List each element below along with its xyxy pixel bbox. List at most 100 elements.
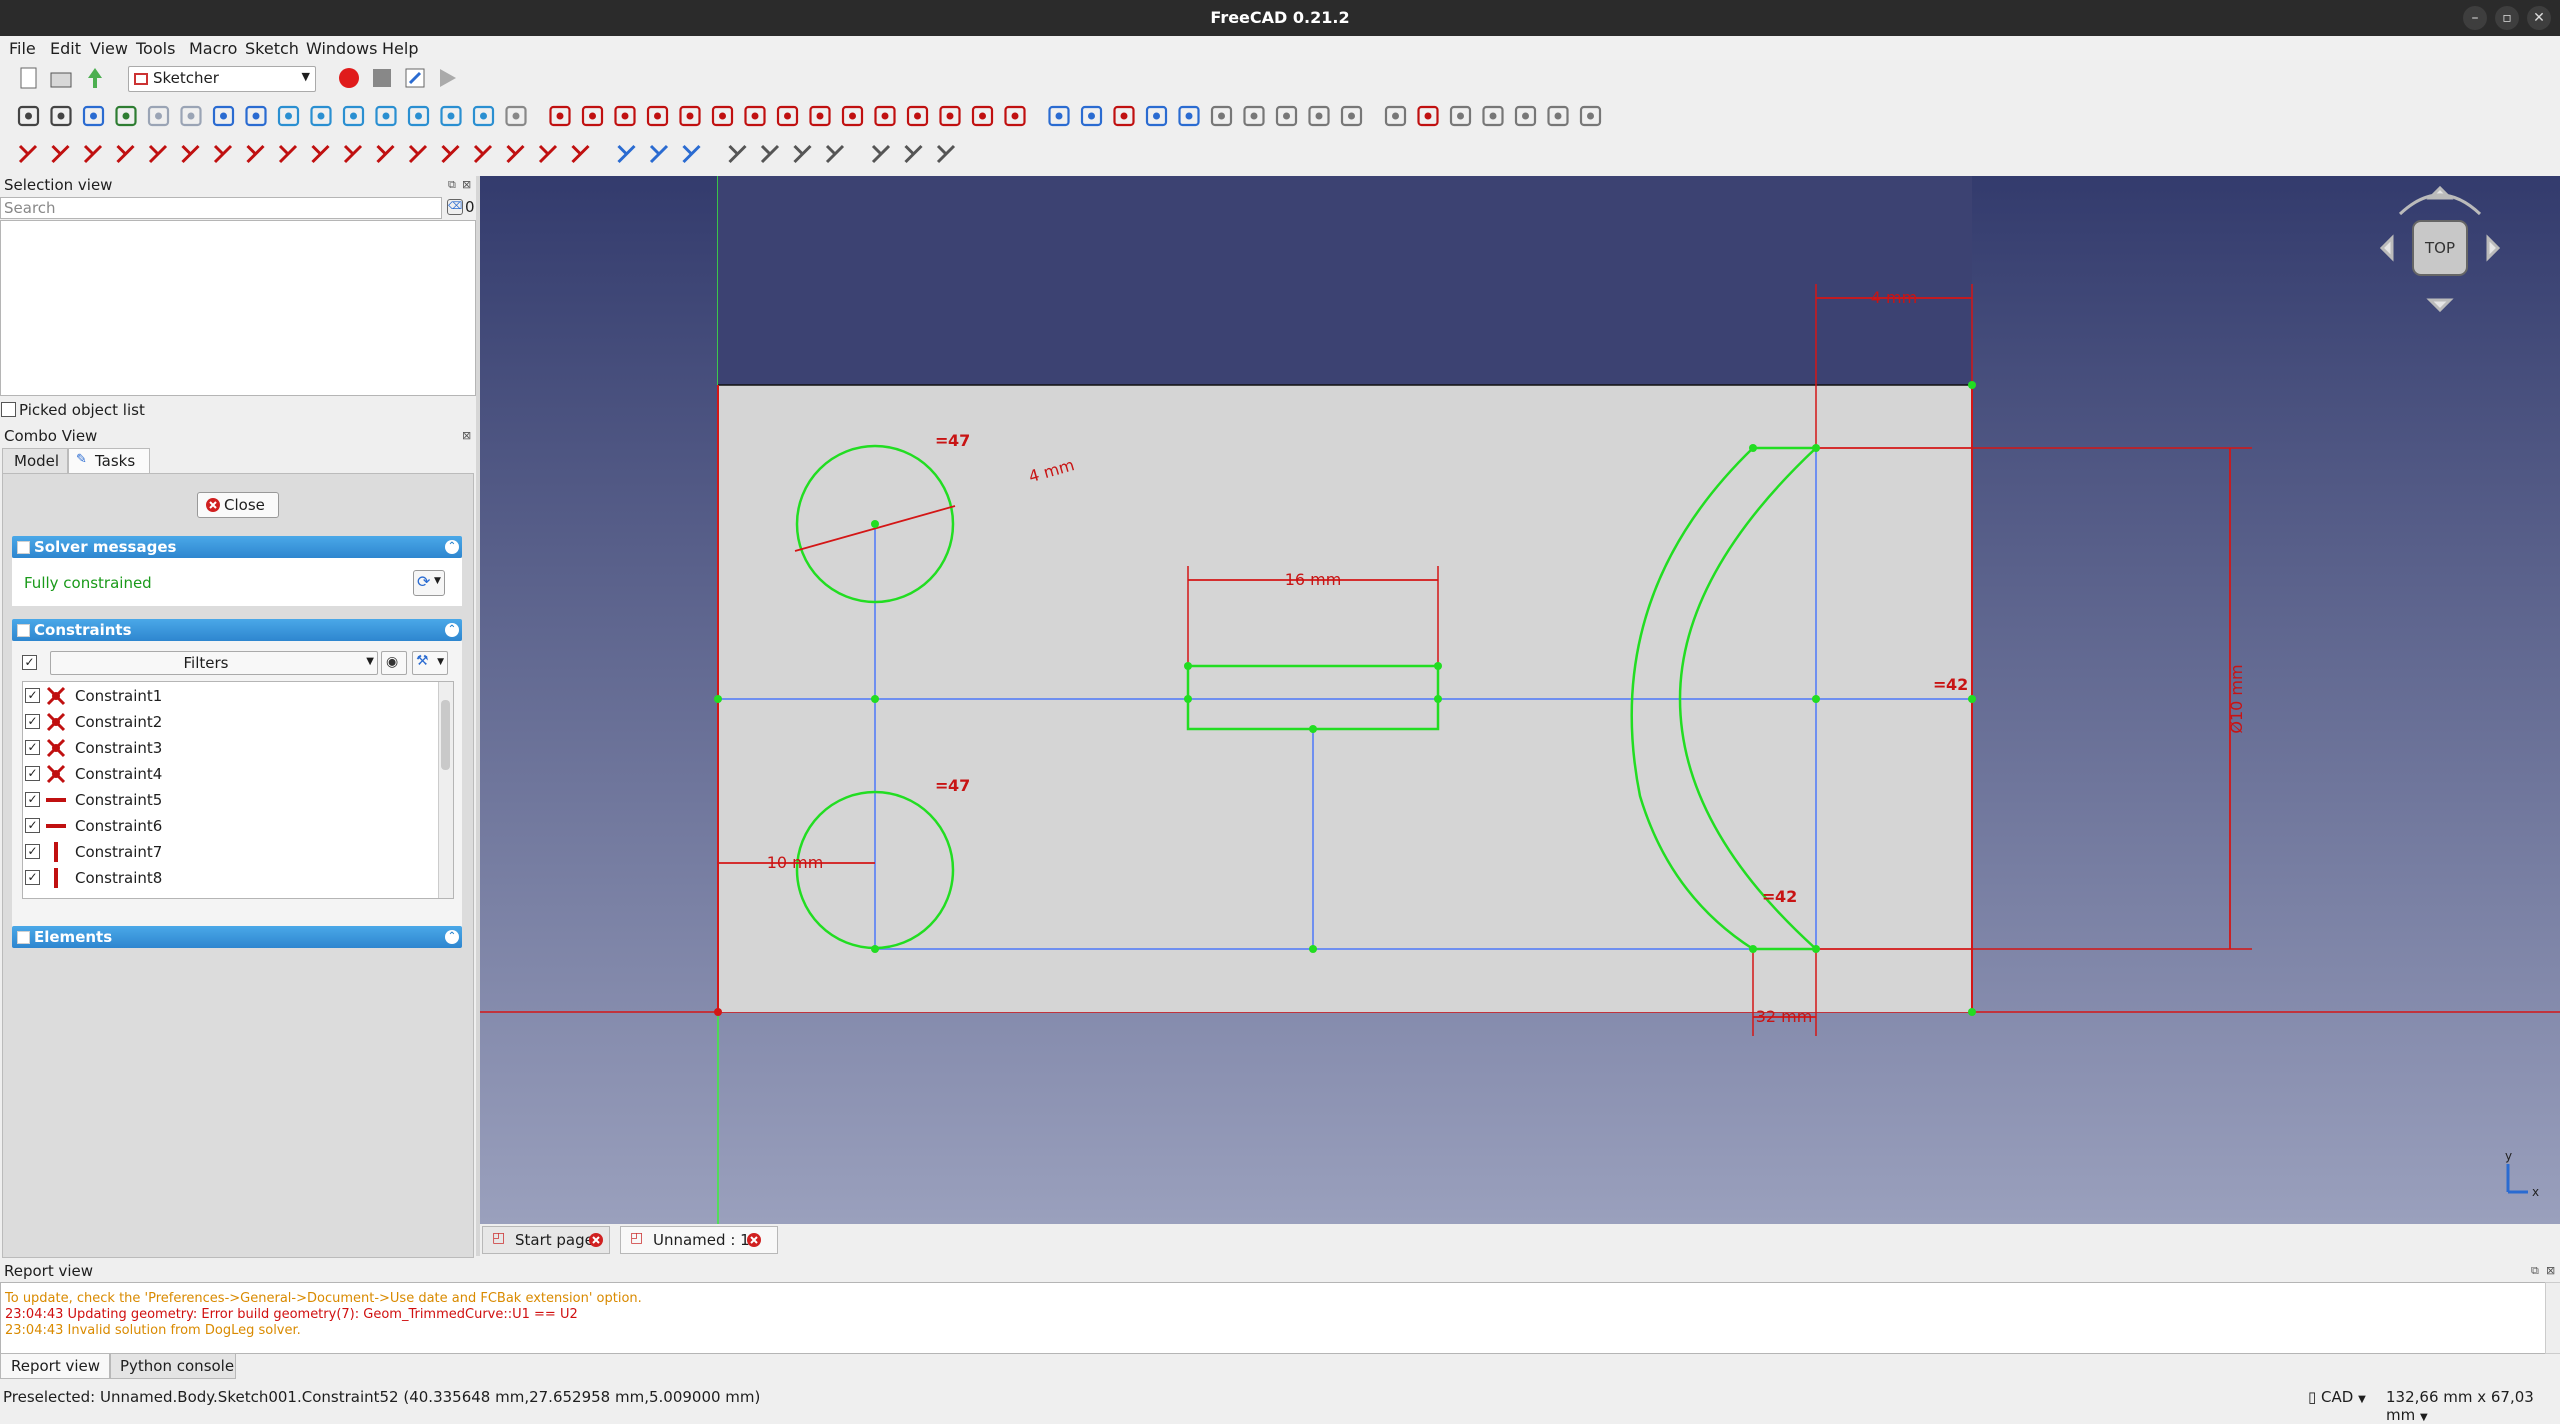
dimension-label[interactable]: 32 mm (1756, 1007, 1813, 1026)
constraint-visible-checkbox[interactable]: ✓ (25, 844, 40, 859)
stop-macro-icon[interactable] (369, 65, 395, 91)
bspline-join-icon[interactable] (1482, 105, 1504, 127)
constraints-scrollbar[interactable] (438, 682, 453, 898)
collapse-icon[interactable]: ⌃ (445, 930, 459, 944)
circle-icon[interactable] (646, 105, 669, 127)
curvature-icon[interactable] (1547, 105, 1569, 127)
close-panel-icon[interactable]: ⊠ (2546, 1264, 2555, 1277)
constrain-coincident-icon[interactable] (18, 144, 38, 164)
close-button[interactable]: Close (197, 492, 279, 518)
refresh-solver-button[interactable]: ⟳ ▼ (413, 570, 445, 596)
view-section-icon[interactable] (825, 144, 845, 164)
minimize-icon[interactable]: – (2463, 6, 2487, 30)
navcube-left-arrow-icon[interactable] (2379, 234, 2394, 262)
constraint-row[interactable]: ✓ Constraint7 (23, 839, 433, 865)
maximize-icon[interactable]: ▫ (2495, 6, 2519, 30)
grid-icon[interactable] (871, 144, 891, 164)
collapse-icon[interactable]: ⌃ (445, 540, 459, 554)
menu-view[interactable]: View (90, 39, 128, 58)
remove-axes-icon[interactable] (1340, 105, 1363, 127)
bottom-view-icon[interactable] (440, 105, 462, 127)
close-window-icon[interactable]: ✕ (2527, 6, 2551, 30)
equal-constraint-label[interactable]: 47 (948, 776, 970, 795)
leave-sketch-icon[interactable] (760, 144, 780, 164)
bspline-degree-icon[interactable] (1417, 105, 1439, 127)
arc-icon[interactable] (614, 105, 636, 127)
menu-file[interactable]: File (9, 39, 36, 58)
constraint-row[interactable]: ✓ Constraint8 (23, 865, 433, 891)
close-panel-icon[interactable]: ⊠ (462, 429, 471, 442)
3d-viewport[interactable]: 10 mm 4 mm 32 mm Ø10 mm 16 mm 4 mm = 47 = 47 = 42 = 4… (480, 176, 2560, 1224)
copy-icon[interactable] (1178, 105, 1200, 127)
tab-report-view[interactable]: Report view (0, 1353, 110, 1379)
dimension-label[interactable]: 4 mm (1871, 288, 1917, 307)
constraint-row[interactable]: ✓ Constraint3 (23, 735, 433, 761)
tab-tasks[interactable]: ✎ Tasks (68, 448, 150, 473)
rendering-order-icon[interactable] (936, 144, 956, 164)
left-view-icon[interactable] (472, 105, 495, 127)
constraint-settings-button[interactable]: ⚒ ▼ (412, 651, 448, 675)
constraint-visible-checkbox[interactable]: ✓ (25, 870, 40, 885)
selection-list[interactable] (0, 220, 476, 396)
constrain-horizontal-icon[interactable] (116, 144, 135, 164)
draw-style-icon[interactable] (82, 105, 105, 127)
navigation-cube[interactable]: TOP (2379, 185, 2501, 313)
tab-model[interactable]: Model (2, 448, 68, 474)
move-icon[interactable] (1210, 105, 1233, 127)
constraint-visible-checkbox[interactable]: ✓ (25, 740, 40, 755)
constraint-row[interactable]: ✓ Constraint5 (23, 787, 433, 813)
constrain-point-on-object-icon[interactable] (51, 144, 70, 164)
selection-search-input[interactable]: Search (0, 197, 442, 219)
bspline-knot-icon[interactable] (1449, 105, 1472, 127)
constraint-toolbar-icons[interactable] (0, 137, 2560, 173)
line-icon[interactable] (581, 105, 604, 127)
constraint-row[interactable]: ✓ Constraint4 (23, 761, 433, 787)
constraint-row[interactable]: ✓ Constraint2 (23, 709, 433, 735)
menu-macro[interactable]: Macro (189, 39, 237, 58)
constrain-parallel-icon[interactable] (148, 144, 168, 164)
constraints-list[interactable]: ✓ Constraint1 ✓ Constraint2 ✓ Constraint3 ✓ Con… (22, 681, 454, 899)
select-conflicting-icon[interactable] (1384, 105, 1407, 127)
constrain-symmetric-icon[interactable] (278, 144, 298, 164)
new-document-icon[interactable] (16, 65, 42, 91)
clear-search-icon[interactable]: ⌫ (447, 199, 463, 215)
equal-constraint-label[interactable]: 47 (948, 431, 970, 450)
tab-python-console[interactable]: Python console (110, 1353, 236, 1379)
constrain-perpendicular-icon[interactable] (181, 144, 200, 164)
dimension-label[interactable]: 16 mm (1285, 570, 1342, 589)
open-folder-icon[interactable] (48, 65, 74, 91)
constraint-visible-checkbox[interactable]: ✓ (25, 766, 40, 781)
forward-arrow-icon[interactable] (180, 105, 202, 127)
menu-sketch[interactable]: Sketch (245, 39, 299, 58)
picked-list-checkbox[interactable] (1, 402, 16, 417)
float-icon[interactable]: ⧉ (2531, 1264, 2539, 1278)
delete-geometry-icon[interactable] (1275, 105, 1298, 127)
validate-sketch-icon[interactable] (728, 144, 747, 164)
trim-icon[interactable] (906, 105, 929, 127)
solver-messages-header[interactable]: Solver messages ⌃ (12, 536, 462, 558)
constraint-visible-checkbox[interactable]: ✓ (25, 714, 40, 729)
close-tab-icon[interactable] (589, 1233, 603, 1247)
rear-view-icon[interactable] (407, 105, 430, 127)
elements-header[interactable]: Elements ⌃ (12, 926, 462, 948)
navigation-style[interactable]: ▯ CAD ▼ (2308, 1388, 2366, 1406)
sketch-canvas[interactable]: 10 mm4 mm32 mmØ10 mm16 mm4 mm= 47= 47= 42= 4… (480, 176, 2560, 1224)
bspline-icon[interactable] (711, 105, 734, 127)
menu-help[interactable]: Help (382, 39, 418, 58)
top-view-icon[interactable] (342, 105, 365, 127)
edit-macro-icon[interactable] (402, 65, 428, 91)
view-sketch-icon[interactable] (793, 144, 812, 164)
extend-icon[interactable] (939, 105, 961, 127)
fit-all-icon[interactable] (17, 105, 40, 127)
constraints-header[interactable]: Constraints ⌃ (12, 619, 462, 641)
constrain-tangent-icon[interactable] (213, 144, 233, 164)
dimension-label[interactable]: Ø10 mm (2227, 664, 2246, 733)
sync-view-icon[interactable] (115, 105, 137, 127)
constrain-equal-icon[interactable] (246, 144, 265, 164)
equal-constraint-label[interactable]: 42 (1946, 675, 1968, 694)
split-icon[interactable] (971, 105, 994, 127)
tab-start-page[interactable]: ◰ Start page (482, 1226, 610, 1254)
visibility-button[interactable]: ◉ (381, 651, 407, 675)
constrain-snell-icon[interactable] (538, 144, 558, 164)
record-macro-icon[interactable] (336, 65, 362, 91)
